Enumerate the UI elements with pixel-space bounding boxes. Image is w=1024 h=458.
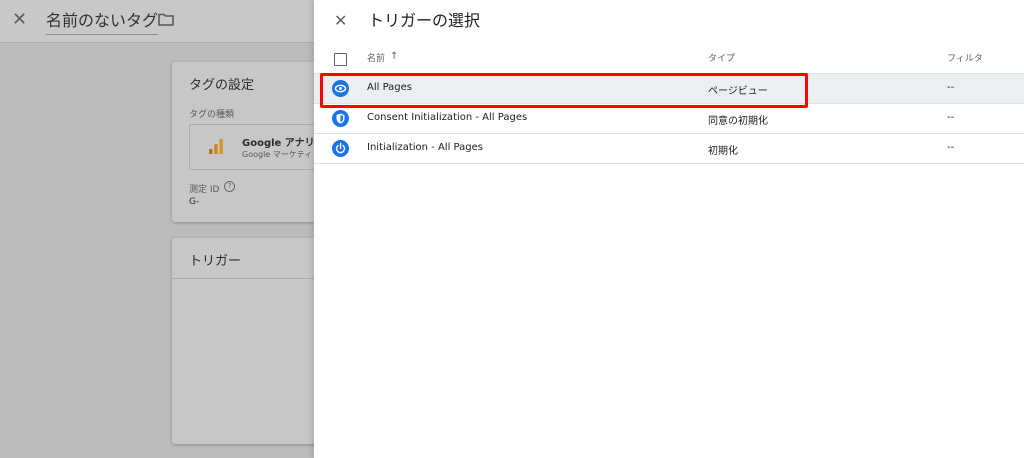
drawer-header: ✕ トリガーの選択 [314,0,1024,42]
column-header-name[interactable]: 名前 [367,53,385,65]
table-header: 名前 ↑ タイプ フィルタ [314,45,1024,74]
table-row[interactable]: Initialization - All Pages 初期化 -- [314,134,1024,164]
trigger-card-title: トリガー [189,254,242,269]
editor-close-icon[interactable]: ✕ [12,10,27,30]
tag-settings-title: タグの設定 [189,78,255,93]
power-icon [332,140,349,157]
trigger-filter: -- [947,112,955,123]
tag-type-label: タグの種類 [189,110,235,120]
sort-arrow-up-icon[interactable]: ↑ [390,51,398,62]
select-all-checkbox[interactable] [334,53,347,66]
tag-type-name: Google アナリテ [242,138,325,149]
trigger-select-drawer: ✕ トリガーの選択 名前 ↑ タイプ フィルタ All Pages ページビュー… [314,0,1024,458]
trigger-name: Consent Initialization - All Pages [367,112,528,123]
measurement-id-label: 測定 ID [189,185,220,195]
trigger-filter: -- [947,142,955,153]
help-icon[interactable]: ? [224,181,235,192]
analytics-icon [209,139,223,154]
close-icon[interactable]: ✕ [334,11,347,31]
trigger-type: 初期化 [708,146,738,157]
divider [172,278,332,279]
trigger-filter: -- [947,82,955,93]
tag-settings-card[interactable]: タグの設定 タグの種類 Google アナリテ Google マーケティ 測定 … [172,62,334,222]
trigger-name: Initialization - All Pages [367,142,483,153]
table-row[interactable]: Consent Initialization - All Pages 同意の初期… [314,104,1024,134]
tag-name-title[interactable]: 名前のないタグ [46,11,159,35]
folder-icon[interactable] [158,13,174,26]
trigger-card[interactable]: トリガー [172,238,332,444]
trigger-type: 同意の初期化 [708,116,768,127]
tag-type-subtitle: Google マーケティ [242,150,313,159]
column-header-type[interactable]: タイプ [708,53,735,65]
highlight-annotation [320,73,808,108]
drawer-title: トリガーの選択 [368,11,481,30]
tag-type-selector[interactable]: Google アナリテ Google マーケティ [189,124,334,170]
column-header-filter[interactable]: フィルタ [947,53,983,65]
shield-icon [332,110,349,127]
measurement-id-value: G- [189,197,200,207]
